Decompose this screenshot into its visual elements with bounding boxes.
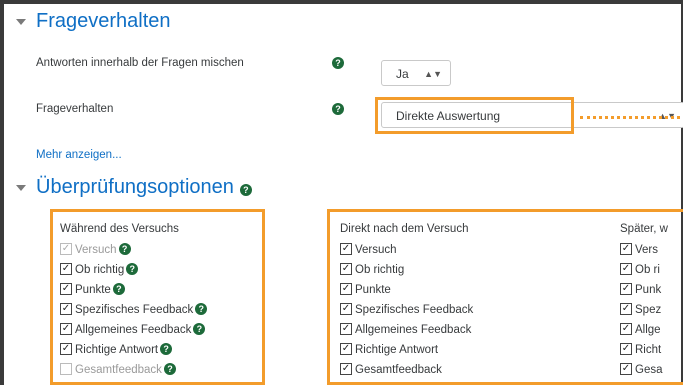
checkbox-row[interactable]: ✓ Punkte?	[60, 280, 125, 300]
checkbox-checked[interactable]: ✓	[340, 282, 352, 295]
help-icon[interactable]: ?	[160, 342, 173, 355]
checkbox-row[interactable]: ✓ Punk	[620, 280, 661, 300]
column-heading-during: Während des Versuchs	[60, 223, 179, 235]
help-icon[interactable]: ?	[112, 282, 125, 295]
checkbox-checked[interactable]: ✓	[340, 302, 352, 315]
checkbox-row[interactable]: ✓ Ob richtig?	[60, 260, 139, 280]
highlight-dotted-line	[580, 116, 680, 119]
section-frageverhalten-header[interactable]: Frageverhalten	[16, 10, 171, 33]
help-icon[interactable]: ?	[126, 262, 139, 275]
checkbox-checked[interactable]: ✓	[620, 322, 632, 335]
checkbox-row[interactable]: ✓ Versuch?	[60, 240, 131, 260]
checkbox-row[interactable]: ✓ Gesa	[620, 360, 663, 380]
help-icon[interactable]: ?	[195, 302, 208, 315]
checkbox-row[interactable]: ✓ Vers	[620, 240, 658, 260]
column-heading-later: Später, w	[620, 223, 668, 235]
checkbox-row[interactable]: ✓ Richtige Antwort	[340, 340, 438, 360]
checkbox-checked[interactable]: ✓	[60, 282, 72, 295]
checkbox-row[interactable]: ✓ Spezifisches Feedback	[340, 300, 473, 320]
section-title: Frageverhalten	[36, 10, 171, 32]
checkbox-checked[interactable]: ✓	[620, 242, 632, 255]
checkbox-checked[interactable]: ✓	[620, 342, 632, 355]
shuffle-answers-label: Antworten innerhalb der Fragen mischen	[36, 57, 244, 69]
column-heading-immediately-after: Direkt nach dem Versuch	[340, 223, 469, 235]
select-arrows-icon: ▲▼	[424, 69, 442, 79]
checkbox-row[interactable]: ✓ Allgemeines Feedback?	[60, 320, 206, 340]
checkbox-checked[interactable]: ✓	[60, 322, 72, 335]
checkbox-row[interactable]: ✓ Spezifisches Feedback?	[60, 300, 208, 320]
help-icon[interactable]: ?	[332, 103, 344, 115]
checkbox-checked[interactable]: ✓	[60, 342, 72, 355]
select-value: Ja	[396, 67, 409, 81]
checkbox-row[interactable]: ✓ Spez	[620, 300, 661, 320]
checkbox-checked[interactable]: ✓	[340, 262, 352, 275]
checkbox-row[interactable]: ✓ Richt	[620, 340, 661, 360]
help-icon[interactable]: ?	[163, 362, 176, 375]
checkbox-checked[interactable]: ✓	[620, 302, 632, 315]
help-icon[interactable]: ?	[193, 322, 206, 335]
checkbox-checked[interactable]: ✓	[340, 362, 352, 375]
checkbox-row[interactable]: ✓ Ob richtig	[340, 260, 404, 280]
section-review-options-header[interactable]: Überprüfungsoptionen ?	[16, 176, 252, 199]
checkbox-row[interactable]: Gesamtfeedback?	[60, 360, 176, 380]
highlight-box	[375, 97, 574, 134]
collapse-caret-icon[interactable]	[16, 184, 26, 191]
checkbox-checked[interactable]: ✓	[60, 262, 72, 275]
checkbox-row[interactable]: ✓ Gesamtfeedback	[340, 360, 442, 380]
window-frame-top	[0, 0, 683, 4]
checkbox-checked[interactable]: ✓	[340, 242, 352, 255]
checkbox-checked[interactable]: ✓	[620, 282, 632, 295]
checkbox-checked[interactable]: ✓	[60, 302, 72, 315]
collapse-caret-icon[interactable]	[16, 18, 26, 25]
checkbox-checked[interactable]: ✓	[60, 242, 72, 255]
checkbox-row[interactable]: ✓ Allge	[620, 320, 661, 340]
checkbox-checked[interactable]: ✓	[340, 342, 352, 355]
shuffle-answers-select[interactable]: Ja ▲▼	[381, 60, 451, 86]
help-icon[interactable]: ?	[332, 57, 344, 69]
show-more-link[interactable]: Mehr anzeigen...	[36, 149, 122, 161]
checkbox-checked[interactable]: ✓	[340, 322, 352, 335]
help-icon[interactable]: ?	[239, 183, 252, 196]
window-frame-left	[0, 0, 4, 385]
question-behaviour-label: Frageverhalten	[36, 103, 114, 115]
checkbox-checked[interactable]: ✓	[620, 262, 632, 275]
checkbox-row[interactable]: ✓ Allgemeines Feedback	[340, 320, 471, 340]
section-title: Überprüfungsoptionen	[36, 176, 234, 198]
checkbox-row[interactable]: ✓ Punkte	[340, 280, 391, 300]
checkbox-row[interactable]: ✓ Richtige Antwort?	[60, 340, 173, 360]
help-icon[interactable]: ?	[118, 242, 131, 255]
checkbox-checked[interactable]: ✓	[620, 362, 632, 375]
checkbox-row[interactable]: ✓ Ob ri	[620, 260, 660, 280]
checkbox-row[interactable]: ✓ Versuch	[340, 240, 397, 260]
checkbox-unchecked[interactable]	[60, 362, 72, 375]
